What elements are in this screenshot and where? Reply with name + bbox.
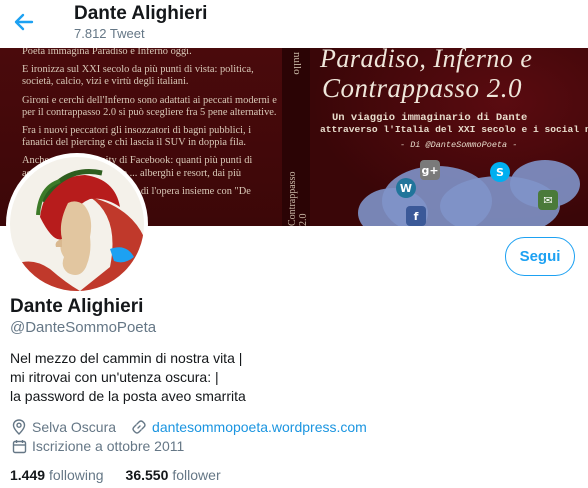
cover-subtitle: Un viaggio immaginario di Dante [332,112,528,124]
cover-author: - Di @DanteSommoPoeta - [400,140,518,150]
following-stat[interactable]: 1.449 following [10,467,104,483]
profile-meta-row: Selva Oscura dantesommopoeta.wordpress.c… [10,417,367,437]
profile-meta-row: Iscrizione a ottobre 2011 [10,436,184,456]
calendar-icon [10,437,28,455]
avatar[interactable] [6,153,148,295]
blurb-paragraph: Gironi e cerchi dell'Inferno sono adatta… [22,94,277,118]
facebook-icon: f [406,206,426,226]
spine-publisher: nullo [291,52,303,75]
bio-line: Nel mezzo del cammin di nostra vita | [10,350,243,366]
wordpress-icon: W [396,178,416,198]
spine-title: Contrappasso 2.0 [287,171,309,226]
email-icon: ✉ [538,190,558,210]
blurb-paragraph: Fra i nuovi peccatori gli insozzatori di… [22,125,252,149]
profile-website-link[interactable]: dantesommopoeta.wordpress.com [152,419,367,435]
profile-join-date: Iscrizione a ottobre 2011 [32,438,185,454]
blurb-paragraph: E ironizza sul XXI secolo da più punti d… [22,64,254,88]
profile-handle: @DanteSommoPoeta [10,319,157,336]
tweet-count: 7.812 Tweet [74,26,145,41]
location-icon [10,418,28,436]
cover-subtitle: attraverso l'Italia del XXI secolo e i s… [320,124,588,135]
followers-stat[interactable]: 36.550 follower [126,467,221,483]
googleplus-icon: g+ [420,160,440,180]
profile-bio: Nel mezzo del cammin di nostra vita | mi… [10,349,570,406]
bio-line: la password de la posta aveo smarrita [10,388,246,404]
back-arrow-icon [14,13,34,31]
following-count: 1.449 [10,467,46,483]
bio-line: mi ritrovai con un'utenza oscura: | [10,369,219,385]
profile-stats: 1.449 following 36.550 follower [10,467,243,483]
profile-name: Dante Alighieri [10,296,144,317]
back-button[interactable] [8,8,40,36]
profile-header: Dante Alighieri 7.812 Tweet [0,0,588,48]
cover-title: Paradiso, Inferno e [320,48,533,73]
book-front-cover: Paradiso, Inferno e Contrappasso 2.0 Un … [310,48,588,226]
cover-title: Contrappasso 2.0 [322,73,523,103]
followers-count: 36.550 [125,467,169,483]
link-icon [130,418,148,436]
dante-portrait [10,157,144,291]
book-spine: nullo Contrappasso 2.0 [282,48,310,226]
follow-button[interactable]: Segui [505,237,575,276]
skype-icon: S [490,162,510,182]
profile-location: Selva Oscura [32,419,117,435]
followers-label: follower [172,467,221,483]
header-title: Dante Alighieri [74,3,208,24]
following-label: following [49,467,104,483]
blurb-paragraph: Poeta immagina Paradiso e Inferno oggi. [22,48,192,57]
